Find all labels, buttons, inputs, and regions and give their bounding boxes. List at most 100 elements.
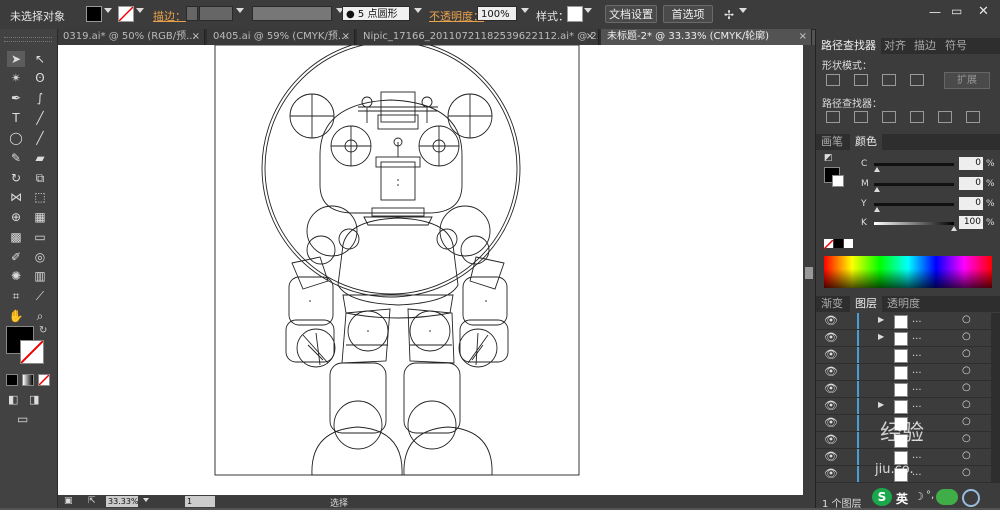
color-mode-icon[interactable]	[6, 374, 18, 386]
lasso-icon[interactable]: ʘ	[31, 70, 49, 86]
network-status-icon[interactable]	[936, 489, 958, 505]
tab-stroke[interactable]: 描边	[909, 38, 941, 54]
graphic-style-swatch[interactable]	[567, 6, 583, 22]
channel-k-slider[interactable]	[874, 222, 954, 225]
channel-m-value[interactable]: 0	[959, 177, 983, 190]
arrange-documents-icon[interactable]: ✢	[724, 8, 734, 22]
minimize-icon[interactable]: —	[929, 5, 941, 19]
layer-name[interactable]: ...	[912, 348, 922, 359]
exclude-icon[interactable]	[910, 74, 924, 86]
stroke-weight-stepper[interactable]	[186, 6, 198, 21]
unite-icon[interactable]	[826, 74, 840, 86]
ellipse-tool-icon[interactable]: ◯	[7, 130, 25, 146]
layer-name[interactable]: ...	[912, 365, 922, 376]
symbol-sprayer-icon[interactable]: ✺	[7, 268, 25, 284]
layer-row[interactable]: 👁 ▶... ○	[816, 398, 991, 415]
target-circle-icon[interactable]: ○	[962, 416, 971, 427]
shape-builder-icon[interactable]: ⊕	[7, 209, 25, 225]
visibility-eye-icon[interactable]: 👁	[824, 314, 838, 327]
target-circle-icon[interactable]: ○	[962, 348, 971, 359]
expand-button[interactable]: 扩展	[944, 72, 990, 89]
punctuation-icon[interactable]: °,	[926, 490, 934, 501]
close-icon[interactable]: ×	[799, 29, 807, 45]
brush-definition[interactable]: ● 5 点圆形	[342, 6, 410, 21]
divide-icon[interactable]	[826, 111, 840, 123]
slider-handle[interactable]	[951, 226, 957, 231]
tab-document-untitled-2[interactable]: 未标题-2* @ 33.33% (CMYK/轮廓) ×	[601, 29, 812, 45]
tab-document-0319[interactable]: 0319.ai* @ 50% (RGB/预... ×	[57, 29, 205, 45]
type-tool-icon[interactable]: T	[7, 110, 25, 126]
swap-colors-icon[interactable]: ◩	[824, 153, 833, 163]
trim-icon[interactable]	[854, 111, 868, 123]
opacity-input[interactable]: 100%	[477, 6, 517, 21]
layer-name[interactable]: ...	[912, 331, 922, 342]
curvature-icon[interactable]: ∫	[31, 90, 49, 106]
sogou-ime-icon[interactable]: S	[872, 488, 892, 506]
export-icon[interactable]: ⇱	[88, 496, 96, 506]
blend-icon[interactable]: ◎	[31, 249, 49, 265]
scroll-thumb[interactable]	[805, 267, 813, 279]
perspective-grid-icon[interactable]: ▦	[31, 209, 49, 225]
channel-y-value[interactable]: 0	[959, 197, 983, 210]
layer-name[interactable]: ...	[912, 450, 922, 461]
expand-triangle-icon[interactable]: ▶	[878, 332, 884, 341]
chevron-down-icon[interactable]	[136, 8, 144, 13]
rotate-icon[interactable]: ↻	[7, 170, 25, 186]
target-circle-icon[interactable]: ○	[962, 450, 971, 461]
chevron-down-icon[interactable]	[414, 8, 422, 13]
magic-wand-icon[interactable]: ✴	[7, 70, 25, 86]
visibility-eye-icon[interactable]: 👁	[824, 348, 838, 361]
vertical-scrollbar[interactable]	[803, 45, 815, 495]
tab-color[interactable]: 颜色	[850, 134, 882, 150]
outline-icon[interactable]	[938, 111, 952, 123]
channel-y-slider[interactable]	[874, 203, 954, 206]
slider-handle[interactable]	[874, 187, 880, 192]
direct-selection-icon[interactable]: ↖	[31, 51, 49, 67]
stroke-label[interactable]: 描边：	[153, 8, 186, 24]
expand-triangle-icon[interactable]: ▶	[878, 315, 884, 324]
channel-c-value[interactable]: 0	[959, 157, 983, 170]
pen-tool-icon[interactable]: ✒	[7, 90, 25, 106]
chevron-down-icon[interactable]	[143, 498, 149, 502]
close-icon[interactable]: ✕	[978, 4, 989, 19]
layer-row[interactable]: 👁 ▶... ○	[816, 330, 991, 347]
tab-document-nipic[interactable]: Nipic_17166_20110721182539622112.ai* @ 2…	[357, 29, 599, 45]
layer-name[interactable]: ...	[912, 399, 922, 410]
tab-layers[interactable]: 图层	[850, 296, 882, 312]
slider-handle[interactable]	[874, 207, 880, 212]
visibility-eye-icon[interactable]: 👁	[824, 467, 838, 480]
tab-gradient[interactable]: 渐变	[816, 296, 848, 312]
screen-mode-icon[interactable]: ▭	[17, 412, 28, 426]
minus-front-icon[interactable]	[854, 74, 868, 86]
slice-icon[interactable]: ⟋	[31, 288, 49, 304]
slider-handle[interactable]	[874, 167, 880, 172]
line-tool-icon[interactable]: ╱	[31, 110, 49, 126]
stroke-weight-input[interactable]	[199, 6, 233, 21]
chevron-down-icon[interactable]	[236, 8, 244, 13]
visibility-eye-icon[interactable]: 👁	[824, 450, 838, 463]
none-swatch[interactable]	[823, 239, 834, 250]
black-swatch[interactable]	[834, 239, 843, 248]
tab-document-0405[interactable]: 0405.ai @ 59% (CMYK/预... ×	[207, 29, 355, 45]
target-circle-icon[interactable]: ○	[962, 314, 971, 325]
gradient-icon[interactable]: ▭	[31, 229, 49, 245]
expand-triangle-icon[interactable]: ▶	[878, 400, 884, 409]
scale-icon[interactable]: ⧉	[31, 170, 49, 186]
target-circle-icon[interactable]: ○	[962, 467, 971, 478]
hand-tool-icon[interactable]: ✋	[7, 308, 25, 324]
color-spectrum[interactable]	[824, 256, 992, 288]
chevron-down-icon[interactable]	[584, 8, 592, 13]
document-info-icon[interactable]: ▣	[64, 496, 73, 506]
tab-align[interactable]: 对齐	[879, 38, 911, 54]
gradient-mode-icon[interactable]	[22, 374, 34, 386]
target-circle-icon[interactable]: ○	[962, 331, 971, 342]
channel-k-value[interactable]: 100	[959, 216, 983, 229]
chevron-down-icon[interactable]	[739, 8, 747, 13]
eraser-icon[interactable]: ▰	[31, 150, 49, 166]
visibility-eye-icon[interactable]: 👁	[824, 331, 838, 344]
zoom-input[interactable]: 33.33%	[106, 496, 139, 507]
chevron-down-icon[interactable]	[521, 8, 529, 13]
mesh-icon[interactable]: ▩	[7, 229, 25, 245]
moon-icon[interactable]: ☽	[914, 490, 924, 503]
close-icon[interactable]: ×	[192, 29, 200, 45]
